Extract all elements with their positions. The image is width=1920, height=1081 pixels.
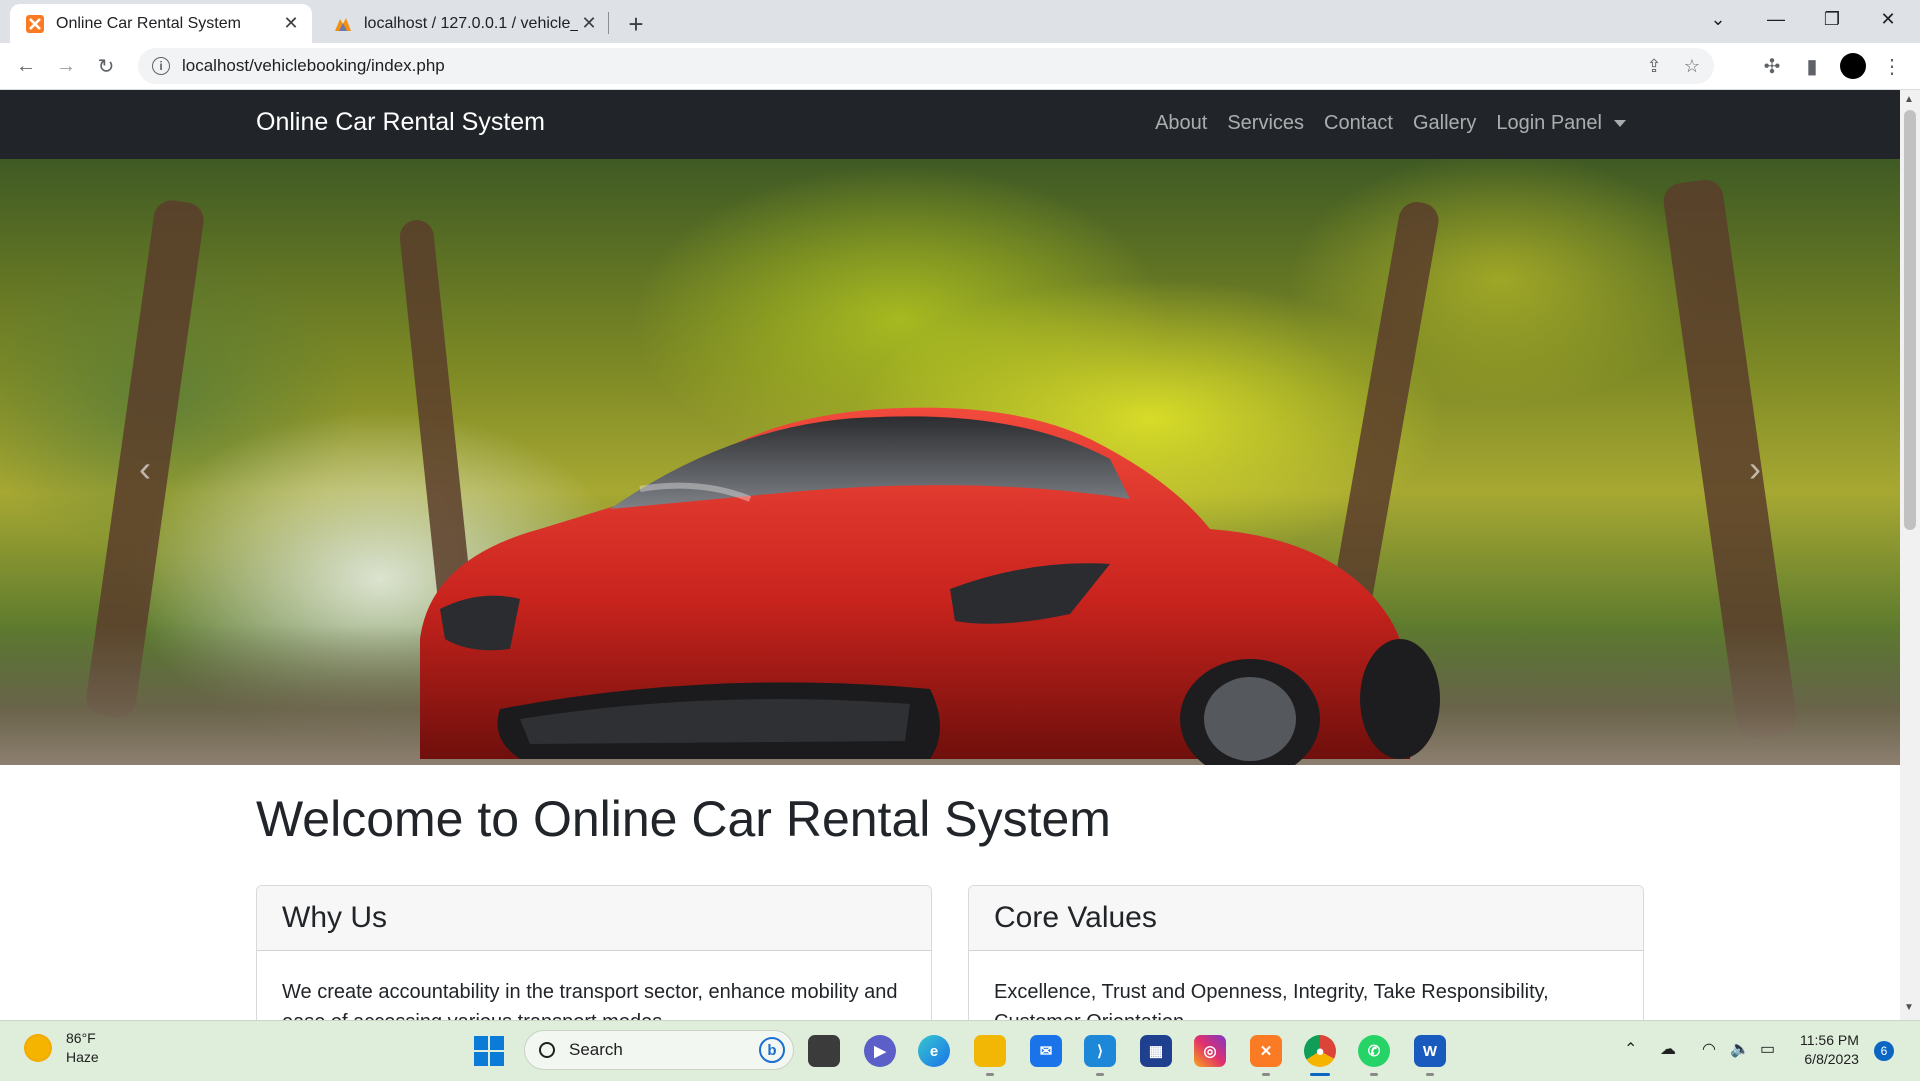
clock-time: 11:56 PM (1800, 1032, 1859, 1048)
bookmark-star-icon[interactable]: ☆ (1676, 50, 1708, 82)
scroll-up-icon[interactable]: ▲ (1904, 94, 1914, 105)
edge-browser-icon[interactable]: e (918, 1035, 950, 1067)
running-indicator (1426, 1073, 1434, 1076)
tab-strip: Online Car Rental System ✕ localhost / 1… (0, 0, 1920, 43)
browser-menu-icon[interactable]: ⋮ (1876, 50, 1908, 82)
forward-icon[interactable]: → (50, 50, 82, 82)
xampp-taskbar-icon[interactable]: ✕ (1250, 1035, 1282, 1067)
scroll-down-icon[interactable]: ▼ (1904, 1002, 1914, 1013)
nav-link-contact[interactable]: Contact (1324, 112, 1393, 135)
tab-separator (608, 12, 609, 34)
notification-badge[interactable]: 6 (1874, 1041, 1894, 1061)
wifi-icon[interactable]: ◠ (1702, 1039, 1716, 1059)
nav-link-services[interactable]: Services (1227, 112, 1304, 135)
minimize-icon[interactable]: — (1748, 0, 1804, 38)
volume-icon[interactable]: 🔈 (1730, 1039, 1750, 1059)
page-viewport: Online Car Rental System About Services … (0, 90, 1900, 1020)
instagram-icon[interactable]: ◎ (1194, 1035, 1226, 1067)
tab-online-car-rental[interactable]: Online Car Rental System ✕ (10, 4, 312, 43)
nav-link-about[interactable]: About (1155, 112, 1207, 135)
xampp-icon (26, 14, 44, 33)
address-url[interactable]: localhost/vehiclebooking/index.php (182, 56, 1638, 76)
running-indicator (986, 1073, 994, 1076)
running-indicator (1096, 1073, 1104, 1076)
file-viewer-app-icon[interactable] (808, 1035, 840, 1067)
share-icon[interactable]: ⇪ (1638, 50, 1670, 82)
profile-avatar[interactable] (1840, 53, 1866, 79)
close-tab-icon[interactable]: ✕ (280, 13, 302, 35)
card-body: We create accountability in the transpor… (282, 981, 898, 1020)
dropdown-caret-icon (1614, 120, 1626, 127)
battery-icon[interactable]: ▭ (1760, 1039, 1775, 1059)
whatsapp-icon[interactable]: ✆ (1358, 1035, 1390, 1067)
taskbar-clock[interactable]: 11:56 PM 6/8/2023 (1800, 1031, 1859, 1069)
teams-chat-icon[interactable]: ▶ (864, 1035, 896, 1067)
nav-links: About Services Contact Gallery Login Pan… (1135, 112, 1626, 135)
browser-toolbar: ← → ↻ i localhost/vehiclebooking/index.p… (0, 43, 1920, 90)
side-panel-icon[interactable]: ▮ (1796, 50, 1828, 82)
word-icon[interactable]: W (1414, 1035, 1446, 1067)
tab-search-chevron-icon[interactable]: ⌄ (1690, 0, 1746, 38)
core-values-card: Core Values Excellence, Trust and Openne… (968, 885, 1644, 1020)
microsoft-store-icon[interactable]: ▦ (1140, 1035, 1172, 1067)
active-indicator (1310, 1073, 1330, 1076)
site-info-icon[interactable]: i (152, 57, 170, 75)
new-tab-button[interactable]: + (620, 8, 652, 40)
vscode-icon[interactable]: ⟩ (1084, 1035, 1116, 1067)
address-bar[interactable]: i localhost/vehiclebooking/index.php ⇪ ☆ (138, 48, 1714, 84)
tab-title: localhost / 127.0.0.1 / vehicle_bo (364, 14, 578, 32)
running-indicator (1370, 1073, 1378, 1076)
taskbar-search[interactable]: Search b (524, 1030, 794, 1070)
carousel-prev-button[interactable]: ‹ (125, 448, 165, 489)
card-title: Why Us (257, 886, 931, 951)
card-title: Core Values (969, 886, 1643, 951)
page-title: Welcome to Online Car Rental System (256, 791, 1111, 847)
hero-carousel: ‹ › (0, 159, 1900, 765)
tab-phpmyadmin[interactable]: localhost / 127.0.0.1 / vehicle_bo ✕ (318, 4, 610, 43)
search-icon (539, 1042, 555, 1058)
weather-temp: 86°F (66, 1030, 96, 1046)
haze-sun-icon (24, 1034, 52, 1062)
site-brand[interactable]: Online Car Rental System (256, 108, 545, 137)
close-window-icon[interactable]: ✕ (1860, 0, 1916, 38)
red-sports-car-image (420, 407, 1440, 765)
scrollbar-thumb[interactable] (1904, 110, 1916, 530)
weather-widget[interactable]: 86°F Haze (24, 1029, 99, 1067)
onedrive-cloud-icon[interactable]: ☁ (1660, 1039, 1676, 1059)
page-scrollbar[interactable]: ▲ ▼ (1900, 90, 1920, 1020)
tab-title: Online Car Rental System (56, 14, 241, 32)
back-icon[interactable]: ← (10, 50, 42, 82)
extensions-puzzle-icon[interactable]: ✣ (1756, 50, 1788, 82)
site-navbar: Online Car Rental System About Services … (0, 90, 1900, 159)
mail-icon[interactable]: ✉ (1030, 1035, 1062, 1067)
windows-taskbar: 86°F Haze Search b ▶ e ✉ ⟩ ▦ ◎ ✕ ● ✆ W ⌃… (0, 1020, 1920, 1081)
reload-icon[interactable]: ↻ (90, 50, 122, 82)
nav-link-gallery[interactable]: Gallery (1413, 112, 1476, 135)
chrome-icon[interactable]: ● (1304, 1035, 1336, 1067)
carousel-next-button[interactable]: › (1735, 448, 1775, 489)
login-panel-dropdown[interactable]: Login Panel (1496, 112, 1602, 135)
running-indicator (1262, 1073, 1270, 1076)
card-body: Excellence, Trust and Openness, Integrit… (994, 981, 1549, 1020)
windows-start-icon[interactable] (474, 1036, 504, 1066)
search-placeholder: Search (569, 1040, 623, 1059)
bing-icon[interactable]: b (759, 1037, 785, 1063)
phpmyadmin-icon (335, 17, 351, 31)
clock-date: 6/8/2023 (1804, 1051, 1859, 1067)
weather-condition: Haze (66, 1049, 99, 1065)
close-tab-icon[interactable]: ✕ (578, 13, 600, 35)
restore-icon[interactable]: ❐ (1804, 0, 1860, 38)
show-hidden-icons-chevron[interactable]: ⌃ (1624, 1039, 1637, 1059)
file-explorer-icon[interactable] (974, 1035, 1006, 1067)
why-us-card: Why Us We create accountability in the t… (256, 885, 932, 1020)
